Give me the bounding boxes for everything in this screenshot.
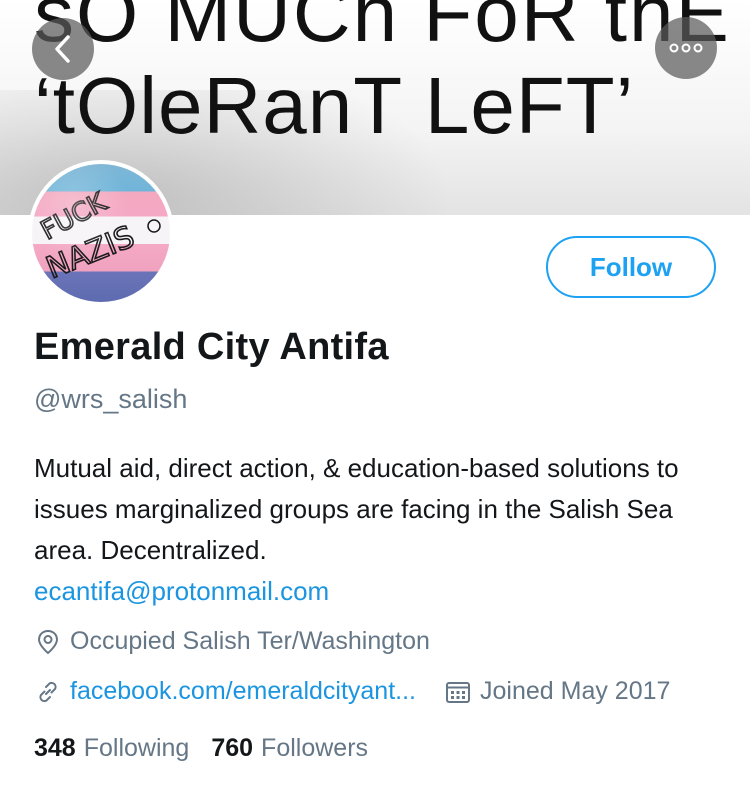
profile-handle: @wrs_salish <box>34 384 188 414</box>
website-joined-row: facebook.com/emeraldcityant... Joined Ma… <box>34 677 670 706</box>
more-options-button[interactable] <box>655 17 717 79</box>
avatar[interactable]: FUCK NAZIS <box>28 160 174 306</box>
avatar-graffiti: FUCK NAZIS <box>35 186 161 287</box>
banner-line-2: ‘tOleRanT LeFT’ <box>34 61 635 150</box>
profile-name: Emerald City Antifa <box>34 326 389 368</box>
followers-label: Followers <box>261 734 369 762</box>
avatar-text-line1: FUCK <box>36 187 112 246</box>
link-icon <box>34 678 62 706</box>
website-link[interactable]: facebook.com/emeraldcityant... <box>70 677 416 706</box>
follow-stats: 348 Following 760 Followers <box>34 734 390 763</box>
bio-text: Mutual aid, direct action, & education-b… <box>34 453 679 565</box>
location-pin-icon <box>34 628 62 656</box>
following-stat[interactable]: 348 Following <box>34 734 189 763</box>
banner-line-1: sO MUCh FoR thE <box>34 0 731 58</box>
followers-count: 760 <box>211 734 254 762</box>
avatar-scribble <box>147 219 161 233</box>
following-label: Following <box>83 734 190 762</box>
following-count: 348 <box>34 734 76 762</box>
profile-bio: Mutual aid, direct action, & education-b… <box>34 448 734 612</box>
calendar-icon <box>444 678 472 706</box>
more-horizontal-icon <box>669 43 703 53</box>
avatar-image: FUCK NAZIS <box>32 164 170 302</box>
joined-date: Joined May 2017 <box>444 677 670 706</box>
joined-text: Joined May 2017 <box>480 677 671 705</box>
followers-stat[interactable]: 760 Followers <box>211 734 368 763</box>
back-button[interactable] <box>32 18 94 80</box>
avatar-text-line2: NAZIS <box>41 220 139 287</box>
location-text: Occupied Salish Ter/Washington <box>70 627 430 655</box>
chevron-left-icon <box>55 35 70 63</box>
banner-text: sO MUCh FoR thE ‘tOleRanT LeFT’ <box>34 0 731 152</box>
bio-email-link[interactable]: ecantifa@protonmail.com <box>34 571 734 612</box>
follow-button[interactable]: Follow <box>546 236 716 298</box>
location-row: Occupied Salish Ter/Washington <box>34 627 430 656</box>
